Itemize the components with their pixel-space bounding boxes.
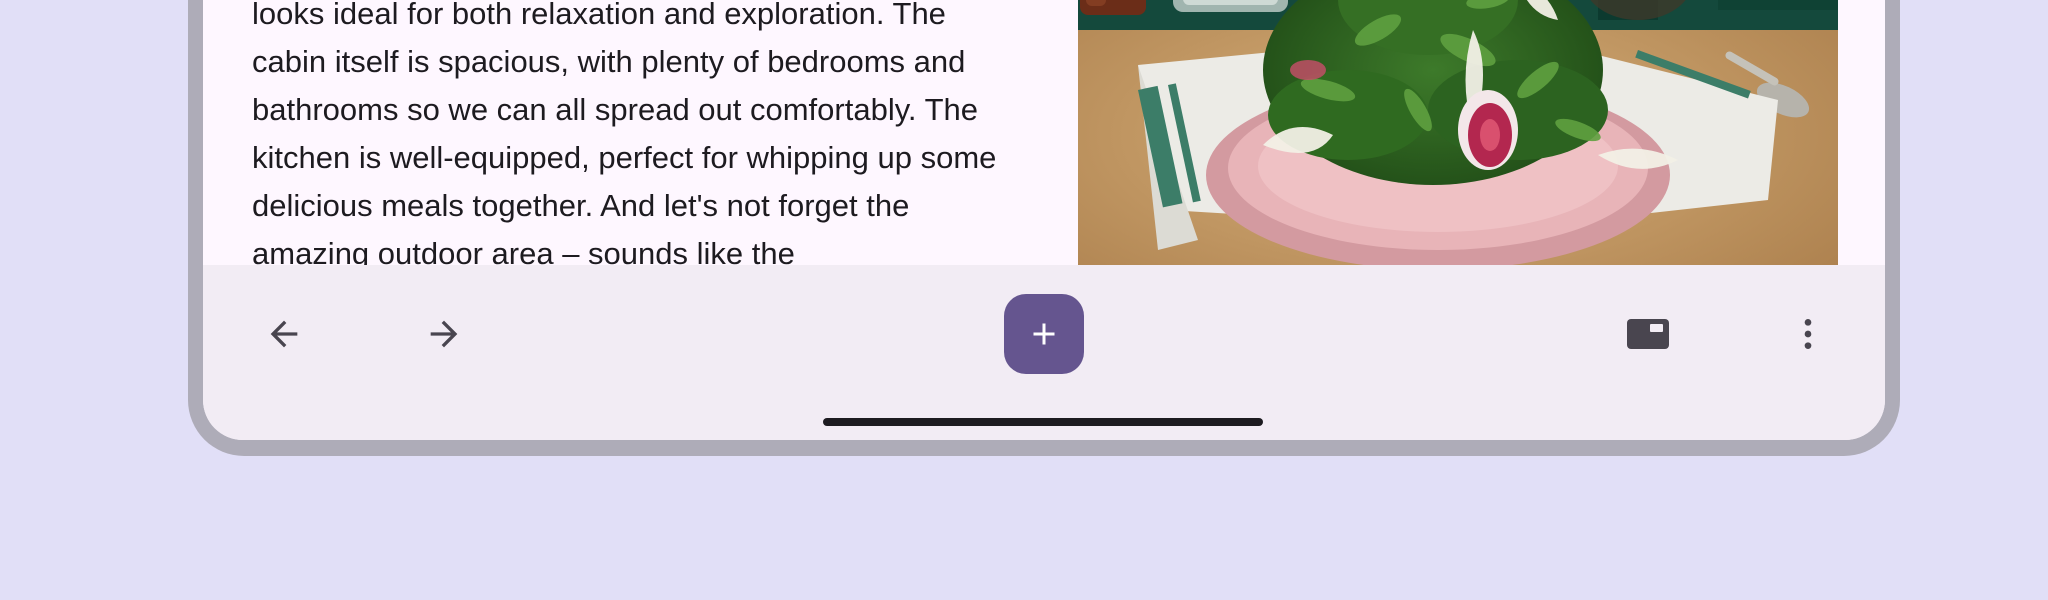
gesture-home-indicator[interactable] (823, 418, 1263, 426)
back-button[interactable] (252, 302, 316, 366)
new-tab-button[interactable] (1004, 294, 1084, 374)
tab-switcher-icon (1627, 319, 1669, 349)
browser-screen: looks ideal for both relaxation and expl… (203, 0, 1885, 440)
web-content[interactable]: looks ideal for both relaxation and expl… (203, 0, 1885, 265)
bottom-toolbar (203, 265, 1885, 440)
arrow-back-icon (270, 320, 298, 348)
more-vert-icon (1804, 319, 1812, 349)
arrow-forward-icon (430, 320, 458, 348)
salad-image (1078, 0, 1838, 265)
forward-button[interactable] (412, 302, 476, 366)
tab-switcher-button[interactable] (1616, 302, 1680, 366)
more-options-button[interactable] (1776, 302, 1840, 366)
add-icon (1033, 323, 1055, 345)
article-paragraph: looks ideal for both relaxation and expl… (252, 0, 997, 265)
